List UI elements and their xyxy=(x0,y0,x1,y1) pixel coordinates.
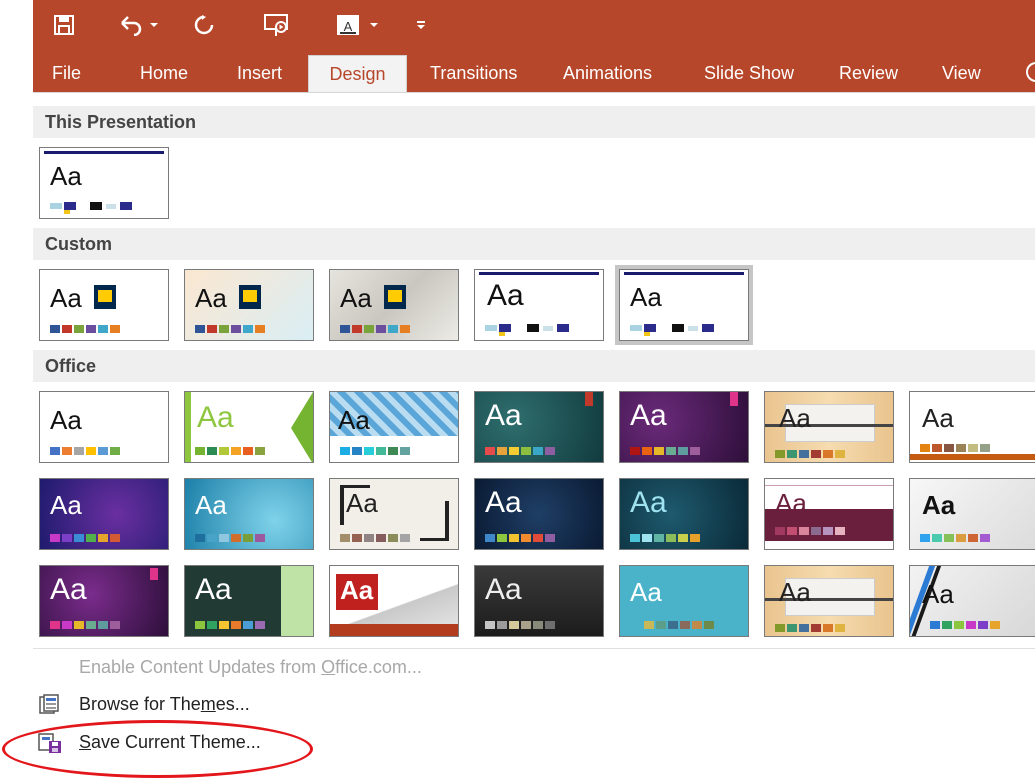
theme-facet[interactable]: Aa xyxy=(184,391,314,463)
theme-aa-label: Aa xyxy=(630,486,667,519)
present-icon[interactable] xyxy=(261,10,293,40)
app: A File Home Insert Design Transitions An… xyxy=(0,0,1035,781)
theme-aa-label: Aa xyxy=(50,161,82,191)
theme-dividend[interactable]: Aa xyxy=(474,565,604,637)
theme-mesh[interactable]: Aa xyxy=(39,565,169,637)
theme-crop[interactable]: Aa xyxy=(329,565,459,637)
theme-retrospect[interactable]: Aa xyxy=(909,391,1035,463)
tab-view[interactable]: View xyxy=(942,55,981,92)
tab-transitions[interactable]: Transitions xyxy=(430,55,517,92)
theme-slice[interactable]: Aa xyxy=(39,478,169,550)
tab-review[interactable]: Review xyxy=(839,55,898,92)
theme-custom-1[interactable]: Aa xyxy=(39,269,169,341)
theme-aa-label: Aa xyxy=(340,575,374,605)
theme-aa-label: Aa xyxy=(922,490,956,520)
theme-wisp[interactable]: Aa xyxy=(184,478,314,550)
theme-custom-2[interactable]: Aa xyxy=(184,269,314,341)
theme-office[interactable]: Aa xyxy=(39,391,169,463)
theme-droplet[interactable]: Aa xyxy=(909,478,1035,550)
theme-aa-label: Aa xyxy=(195,490,227,520)
enable-content-updates-item: Enable Content Updates from Office.com..… xyxy=(79,657,422,678)
theme-aa-label: Aa xyxy=(338,405,370,435)
theme-custom-4[interactable]: Aa xyxy=(474,269,604,341)
browse-themes-item[interactable]: Browse for Themes... xyxy=(79,694,250,715)
svg-text:A: A xyxy=(344,19,353,34)
theme-badge[interactable]: Aa xyxy=(909,565,1035,637)
access-key: O xyxy=(321,657,336,677)
theme-organic[interactable]: Aa xyxy=(764,391,894,463)
theme-custom-5[interactable]: Aa xyxy=(615,265,753,345)
customize-qat-icon[interactable] xyxy=(411,10,431,40)
enable-content-updates-label: Enable Content Updates from Office.com..… xyxy=(79,657,422,677)
theme-basis[interactable]: Aa xyxy=(184,565,314,637)
theme-aa-label: Aa xyxy=(630,399,667,432)
theme-frame[interactable]: Aa xyxy=(329,478,459,550)
theme-wood-type[interactable]: Aa xyxy=(764,565,894,637)
theme-main-event[interactable]: Aa xyxy=(619,478,749,550)
theme-aa-label: Aa xyxy=(630,577,662,607)
menu-divider xyxy=(33,648,1035,649)
section-custom: Custom xyxy=(33,228,1035,260)
undo-icon[interactable] xyxy=(116,10,160,40)
font-color-icon[interactable]: A xyxy=(333,10,381,40)
theme-aa-label: Aa xyxy=(485,399,522,432)
annotation-circle xyxy=(2,720,313,778)
browse-themes-label: Browse for Themes... xyxy=(79,694,250,714)
browse-themes-icon xyxy=(38,693,62,717)
theme-aa-label: Aa xyxy=(485,573,522,606)
theme-aa-label: Aa xyxy=(50,405,82,435)
redo-icon[interactable] xyxy=(191,10,217,40)
tell-me-icon[interactable] xyxy=(1026,62,1035,82)
theme-aa-label: Aa xyxy=(487,279,524,312)
tab-animations[interactable]: Animations xyxy=(563,55,652,92)
theme-aa-label: Aa xyxy=(195,283,227,313)
ribbon: A File Home Insert Design Transitions An… xyxy=(33,0,1035,92)
theme-aa-label: Aa xyxy=(50,283,82,313)
theme-integral[interactable]: Aa xyxy=(329,391,459,463)
theme-aa-label: Aa xyxy=(922,403,954,433)
save-icon[interactable] xyxy=(50,10,78,40)
theme-aa-label: Aa xyxy=(346,488,378,518)
section-this-presentation: This Presentation xyxy=(33,106,1035,138)
theme-ion[interactable]: Aa xyxy=(619,391,749,463)
theme-ion-boardroom[interactable]: Aa xyxy=(474,391,604,463)
theme-aa-label: Aa xyxy=(922,579,954,609)
tab-home[interactable]: Home xyxy=(140,55,188,92)
theme-aa-label: Aa xyxy=(340,283,372,313)
tab-insert[interactable]: Insert xyxy=(237,55,282,92)
theme-aa-label: Aa xyxy=(195,573,232,606)
access-key: m xyxy=(200,694,216,714)
theme-custom-3[interactable]: Aa xyxy=(329,269,459,341)
theme-aa-label: Aa xyxy=(197,401,234,434)
tab-slide-show[interactable]: Slide Show xyxy=(704,55,794,92)
theme-aa-label: Aa xyxy=(779,577,811,607)
theme-aa-label: Aa xyxy=(50,490,82,520)
theme-aa-label: Aa xyxy=(485,486,522,519)
tab-file[interactable]: File xyxy=(52,55,81,92)
theme-aa-label: Aa xyxy=(50,573,87,606)
theme-parallax[interactable]: Aa xyxy=(764,478,894,550)
theme-circuit[interactable]: Aa xyxy=(474,478,604,550)
theme-aa-label: Aa xyxy=(775,488,807,518)
theme-savon[interactable]: Aa xyxy=(619,565,749,637)
tab-design[interactable]: Design xyxy=(308,55,407,92)
theme-this-presentation[interactable]: Aa xyxy=(39,147,169,219)
theme-aa-label: Aa xyxy=(779,403,811,433)
section-office: Office xyxy=(33,350,1035,382)
theme-aa-label: Aa xyxy=(630,282,662,312)
